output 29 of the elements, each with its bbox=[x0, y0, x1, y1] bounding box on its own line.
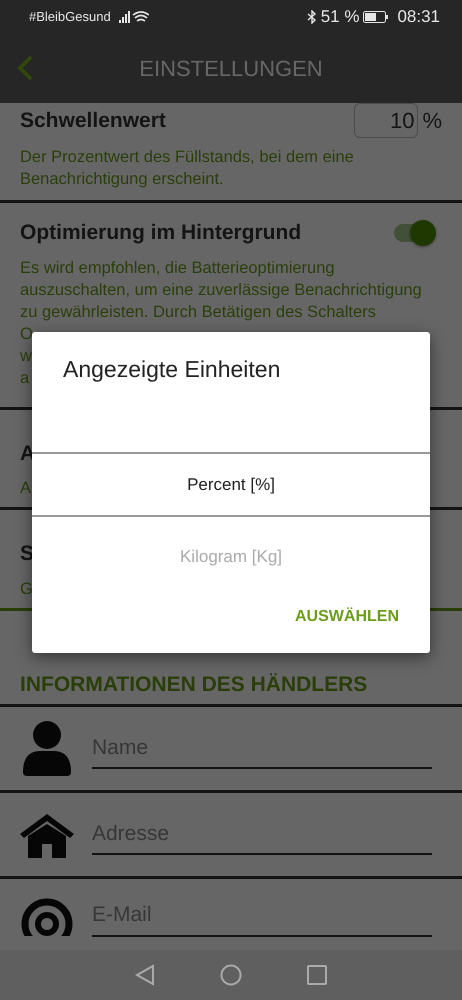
setting-title: Optimierung im Hintergrund bbox=[20, 220, 302, 246]
dialog-title: Angezeigte Einheiten bbox=[62, 355, 282, 384]
screen-title: EINSTELLUNGEN bbox=[138, 54, 324, 82]
description-line: w bbox=[20, 346, 32, 366]
battery-percent: 51 % bbox=[320, 6, 360, 28]
unit-option[interactable]: Percent [%] bbox=[32, 452, 430, 517]
back-icon[interactable] bbox=[134, 964, 156, 986]
home-icon bbox=[18, 812, 76, 858]
carrier-text: #BleibGesund bbox=[29, 8, 111, 26]
description-line: auszuschalten, um eine zuverlässige Benachrichtigung bbox=[20, 280, 422, 300]
description-line: O bbox=[20, 324, 33, 344]
description-line: A bbox=[20, 478, 32, 499]
description-line: zu gewährleisten. Durch Betätigen des Schalters bbox=[20, 302, 376, 322]
signal-wifi-icon bbox=[118, 10, 149, 24]
description-line: Der Prozentwert des Füllstands, bei dem eine bbox=[20, 147, 354, 168]
description-line: Benachrichtigung erscheint. bbox=[20, 169, 224, 190]
back-button[interactable] bbox=[16, 54, 34, 82]
description-line: a bbox=[20, 368, 30, 388]
bluetooth-icon bbox=[306, 10, 317, 24]
unit-option[interactable]: Kilogram [Kg] bbox=[32, 517, 430, 597]
recent-apps-icon[interactable] bbox=[306, 964, 328, 986]
home-circle-icon[interactable] bbox=[220, 964, 242, 986]
description-line: G bbox=[20, 578, 33, 600]
clock-time: 08:31 bbox=[397, 6, 440, 28]
threshold-field[interactable]: 10 bbox=[354, 103, 418, 138]
setting-title: Schwellenwert bbox=[20, 108, 166, 134]
unit-label: % bbox=[422, 107, 442, 135]
description-line: Es wird empfohlen, die Batterieoptimierung bbox=[20, 258, 335, 278]
battery-icon bbox=[363, 10, 390, 24]
